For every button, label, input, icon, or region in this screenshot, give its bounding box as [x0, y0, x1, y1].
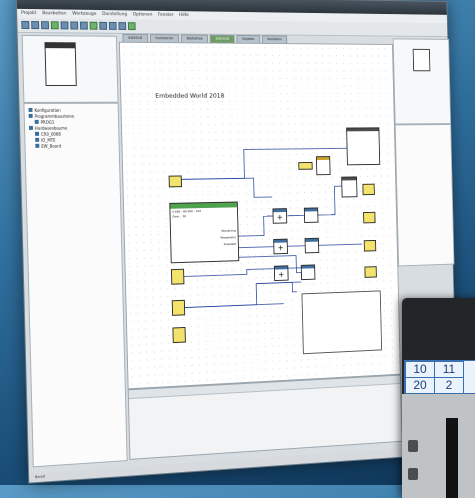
output-tile-2[interactable]: [363, 211, 376, 224]
function-block-canvas[interactable]: Embedded World 2018 0 600 - 60 000 - 312…: [118, 41, 401, 390]
menu-item-hilfe[interactable]: Hilfe: [179, 11, 189, 20]
compare-block-2[interactable]: [304, 237, 320, 254]
tab-objekte[interactable]: Objekte: [236, 35, 260, 43]
logic-and-block[interactable]: [341, 176, 358, 198]
menu-item-darstellung[interactable]: Darstellung: [102, 10, 127, 19]
run-icon[interactable]: [50, 21, 59, 30]
module-icon: [35, 137, 40, 142]
main-control-block[interactable]: 0 600 - 60 000 - 312 Dom... 30 Steuerung…: [169, 201, 240, 264]
device-button[interactable]: [408, 440, 418, 452]
ramp-input-3[interactable]: [172, 326, 186, 344]
status-text: Bereit: [35, 474, 46, 480]
output-tile-1[interactable]: [362, 183, 375, 196]
yellow-input-block[interactable]: [298, 162, 313, 170]
output-pane: [127, 374, 403, 460]
menu-item-optionen[interactable]: Optionen: [133, 10, 153, 19]
ramp-input-2[interactable]: [171, 299, 186, 316]
folder-icon: [28, 125, 33, 130]
controller-icon: [35, 131, 40, 136]
trend-chart: [301, 290, 383, 355]
ramp-input-1[interactable]: [170, 268, 185, 285]
zoom-in-icon[interactable]: [108, 21, 117, 30]
output-tile-4[interactable]: [364, 266, 377, 278]
device-display: 10 11 20 2: [404, 360, 475, 394]
board-icon: [35, 143, 40, 148]
add-block-3[interactable]: +: [273, 265, 289, 282]
software-window: Projekt Bearbeiten Werkzeuge Darstellung…: [15, 0, 459, 484]
display-cell: 20: [405, 377, 435, 394]
compile-icon[interactable]: [89, 21, 98, 30]
function-block-top[interactable]: [346, 127, 381, 166]
tree-item[interactable]: EW_Board: [25, 142, 118, 149]
tab-bibliothek[interactable]: Bibliothek: [180, 34, 209, 43]
counter-block[interactable]: [315, 156, 331, 176]
add-block-1[interactable]: +: [272, 208, 288, 224]
main-block-row-2: Dom... 30: [172, 214, 187, 219]
copy-icon[interactable]: [70, 21, 79, 30]
tab-ew2018-active[interactable]: EW2018: [210, 34, 235, 43]
cut-icon[interactable]: [60, 21, 69, 30]
properties-preview: [392, 38, 452, 125]
menu-item-projekt[interactable]: Projekt: [21, 9, 37, 18]
block-preview: [44, 42, 77, 86]
compare-block-1[interactable]: [303, 207, 319, 223]
save-icon[interactable]: [40, 21, 50, 30]
folder-icon: [28, 113, 33, 118]
menu-item-fenster[interactable]: Fenster: [158, 11, 174, 20]
compare-block-3[interactable]: [300, 264, 316, 281]
device-button[interactable]: [408, 468, 418, 480]
online-icon[interactable]: [127, 22, 136, 31]
input-tile-1[interactable]: [168, 175, 182, 188]
controller-device: 10 11 20 2: [402, 298, 475, 498]
display-cell: 2: [434, 377, 464, 394]
display-cell: 11: [434, 361, 464, 378]
tab-ew2018[interactable]: EW2018: [122, 33, 148, 42]
download-icon[interactable]: [99, 21, 108, 30]
selected-block-preview: [412, 48, 431, 72]
add-block-2[interactable]: +: [273, 238, 288, 255]
tab-funktionen[interactable]: Funktionen: [149, 34, 180, 43]
program-icon: [34, 119, 39, 124]
output-tile-3[interactable]: [363, 239, 377, 252]
main-block-output-3: Drehzahl: [223, 241, 237, 247]
tab-variablen[interactable]: Variablen: [261, 35, 288, 44]
menu-item-werkzeuge[interactable]: Werkzeuge: [72, 10, 96, 19]
zoom-out-icon[interactable]: [118, 22, 127, 31]
paste-icon[interactable]: [79, 21, 88, 30]
folder-icon: [28, 107, 33, 112]
open-icon[interactable]: [31, 21, 40, 30]
new-icon[interactable]: [21, 20, 30, 30]
project-tree: Konfiguration Programmbausteine PROG1 Ha…: [23, 102, 128, 468]
block-preview-pane: [21, 34, 119, 103]
menu-item-bearbeiten[interactable]: Bearbeiten: [42, 9, 66, 18]
display-cell: 10: [405, 361, 435, 378]
library-tree: [394, 124, 455, 267]
device-slot: [446, 418, 458, 498]
